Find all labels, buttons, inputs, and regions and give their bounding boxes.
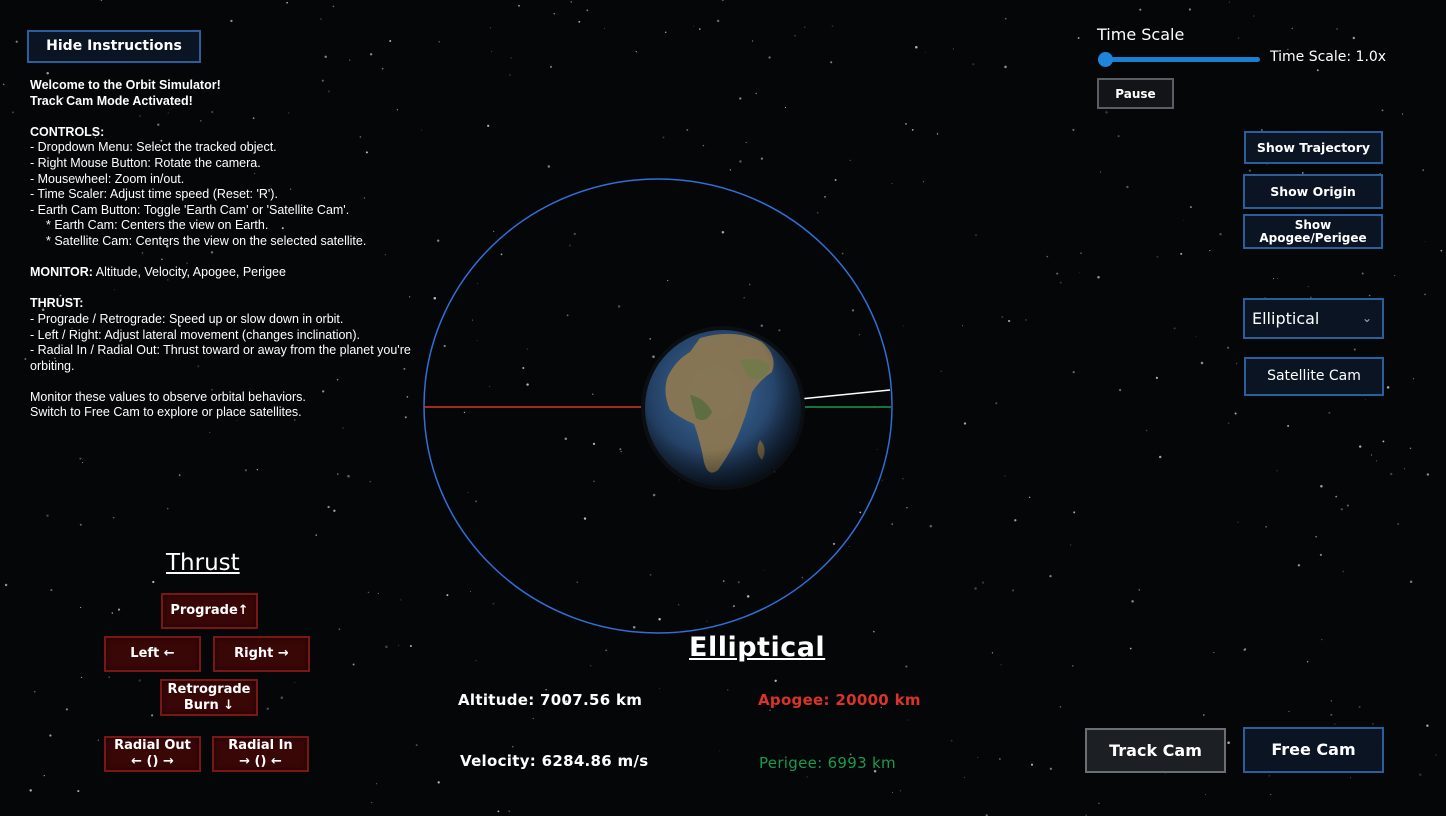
slider-thumb[interactable] — [1098, 52, 1113, 67]
show-origin-button[interactable]: Show Origin — [1243, 174, 1383, 209]
satellite-trail — [799, 389, 891, 400]
thrust-heading: THRUST: — [30, 296, 84, 311]
hide-instructions-button[interactable]: Hide Instructions — [27, 30, 201, 63]
orbit-type-dropdown[interactable]: Elliptical ⌄ — [1243, 298, 1384, 339]
thrust-title: Thrust — [166, 550, 240, 576]
free-cam-button[interactable]: Free Cam — [1243, 727, 1384, 773]
left-button[interactable]: Left ← — [104, 636, 201, 672]
thrust-line: - Prograde / Retrograde: Speed up or slo… — [30, 311, 344, 326]
show-apogee-perigee-button[interactable]: Show Apogee/Perigee — [1243, 214, 1383, 249]
show-trajectory-button[interactable]: Show Trajectory — [1244, 131, 1383, 164]
monitor-line: MONITOR: Altitude, Velocity, Apogee, Per… — [30, 265, 430, 281]
orbit-type-value: Elliptical — [1252, 309, 1320, 328]
pause-button[interactable]: Pause — [1097, 78, 1174, 109]
velocity-readout: Velocity: 6284.86 m/s — [460, 752, 649, 770]
controls-line: - Mousewheel: Zoom in/out. — [30, 171, 185, 186]
welcome-text: Welcome to the Orbit Simulator! — [30, 78, 221, 92]
perigee-readout: Perigee: 6993 km — [759, 754, 896, 772]
track-cam-button[interactable]: Track Cam — [1085, 728, 1226, 773]
time-scale-readout: Time Scale: 1.0x — [1270, 49, 1387, 65]
monitor-heading: MONITOR: — [30, 265, 93, 280]
satellite-cam-button[interactable]: Satellite Cam — [1244, 357, 1384, 396]
controls-line: - Dropdown Menu: Select the tracked obje… — [30, 140, 277, 155]
thrust-line: - Left / Right: Adjust lateral movement … — [30, 327, 361, 342]
cam-note: * Satellite Cam: Centers the view on the… — [46, 233, 367, 248]
chevron-down-icon: ⌄ — [1361, 311, 1372, 325]
controls-line: - Earth Cam Button: Toggle 'Earth Cam' o… — [30, 202, 350, 217]
altitude-readout: Altitude: 7007.56 km — [458, 691, 643, 709]
monitor-text: Altitude, Velocity, Apogee, Perigee — [92, 265, 286, 280]
earth-globe[interactable] — [641, 326, 805, 490]
time-scale-title: Time Scale — [1097, 25, 1185, 44]
footer-line: Switch to Free Cam to explore or place s… — [30, 405, 302, 420]
controls-heading: CONTROLS: — [30, 124, 105, 139]
right-button[interactable]: Right → — [213, 636, 310, 672]
cam-note: * Earth Cam: Centers the view on Earth. — [46, 218, 269, 233]
mode-text: Track Cam Mode Activated! — [30, 93, 193, 108]
controls-line: - Time Scaler: Adjust time speed (Reset:… — [30, 187, 278, 202]
footer-line: Monitor these values to observe orbital … — [30, 389, 306, 404]
apogee-readout: Apogee: 20000 km — [758, 691, 921, 709]
radial-out-button[interactable]: Radial Out ← () → — [104, 736, 201, 772]
radial-in-button[interactable]: Radial In → () ← — [212, 736, 309, 772]
orbit-info-title: Elliptical — [689, 632, 826, 663]
thrust-line: - Radial In / Radial Out: Thrust toward … — [30, 343, 411, 373]
retrograde-button[interactable]: Retrograde Burn ↓ — [160, 679, 258, 716]
instructions-panel: Welcome to the Orbit Simulator! Track Ca… — [30, 78, 430, 421]
time-scale-slider[interactable] — [1098, 52, 1260, 68]
slider-track — [1102, 57, 1260, 62]
controls-line: - Right Mouse Button: Rotate the camera. — [30, 155, 261, 170]
prograde-button[interactable]: Prograde↑ — [161, 593, 258, 629]
